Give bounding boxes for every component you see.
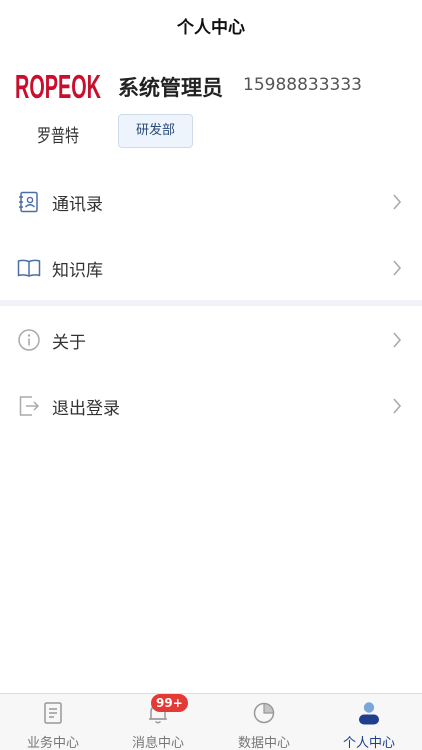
user-phone: 15988833333 bbox=[243, 75, 362, 95]
menu-label: 关于 bbox=[52, 332, 86, 353]
menu-label: 知识库 bbox=[52, 260, 103, 281]
chevron-right-icon bbox=[393, 332, 402, 348]
tab-label: 消息中心 bbox=[131, 736, 184, 750]
menu-item-logout[interactable]: 退出登录 bbox=[0, 373, 422, 439]
user-icon bbox=[359, 702, 379, 725]
logout-icon bbox=[19, 396, 40, 416]
top-header: 个人中心 bbox=[0, 0, 422, 50]
chevron-right-icon bbox=[393, 194, 402, 210]
department-badge: 研发部 bbox=[118, 114, 194, 148]
contacts-icon bbox=[19, 191, 38, 213]
svg-text:罗普特: 罗普特 bbox=[37, 126, 79, 147]
menu-item-knowledge-base[interactable]: 知识库 bbox=[0, 235, 422, 301]
tab-personal-center[interactable]: 个人中心 bbox=[316, 694, 422, 750]
book-icon bbox=[17, 259, 41, 277]
chevron-right-icon bbox=[393, 260, 402, 276]
page-title: 个人中心 bbox=[177, 17, 245, 38]
menu-item-contacts[interactable]: 通讯录 bbox=[0, 169, 422, 235]
company-logo: ROPEOK 罗普特 bbox=[14, 64, 102, 154]
unread-count-badge: 99+ bbox=[151, 694, 188, 712]
pie-chart-icon bbox=[253, 702, 275, 724]
profile-card: ROPEOK 罗普特 系统管理员 15988833333 研发部 bbox=[0, 50, 422, 170]
document-icon bbox=[44, 702, 62, 724]
menu-label: 退出登录 bbox=[52, 398, 120, 419]
bottom-tab-bar: 业务中心 99+ 消息中心 数据中心 个人中心 bbox=[0, 693, 422, 750]
logo-wordmark: ROPEOK bbox=[15, 68, 101, 105]
user-name: 系统管理员 bbox=[118, 76, 223, 100]
tab-data-center[interactable]: 数据中心 bbox=[211, 694, 317, 750]
section-divider bbox=[0, 300, 422, 306]
menu-label: 通讯录 bbox=[52, 194, 103, 215]
tab-label: 数据中心 bbox=[237, 736, 290, 750]
menu-item-about[interactable]: 关于 bbox=[0, 307, 422, 373]
svg-text:ROPEOK: ROPEOK bbox=[15, 68, 101, 105]
tab-label: 个人中心 bbox=[342, 736, 395, 750]
info-icon bbox=[18, 329, 40, 351]
tab-label: 业务中心 bbox=[26, 736, 79, 750]
tab-business-center[interactable]: 业务中心 bbox=[0, 694, 106, 750]
logo-subtext: 罗普特 bbox=[37, 126, 79, 147]
chevron-right-icon bbox=[393, 398, 402, 414]
tab-message-center[interactable]: 99+ 消息中心 bbox=[105, 694, 211, 750]
